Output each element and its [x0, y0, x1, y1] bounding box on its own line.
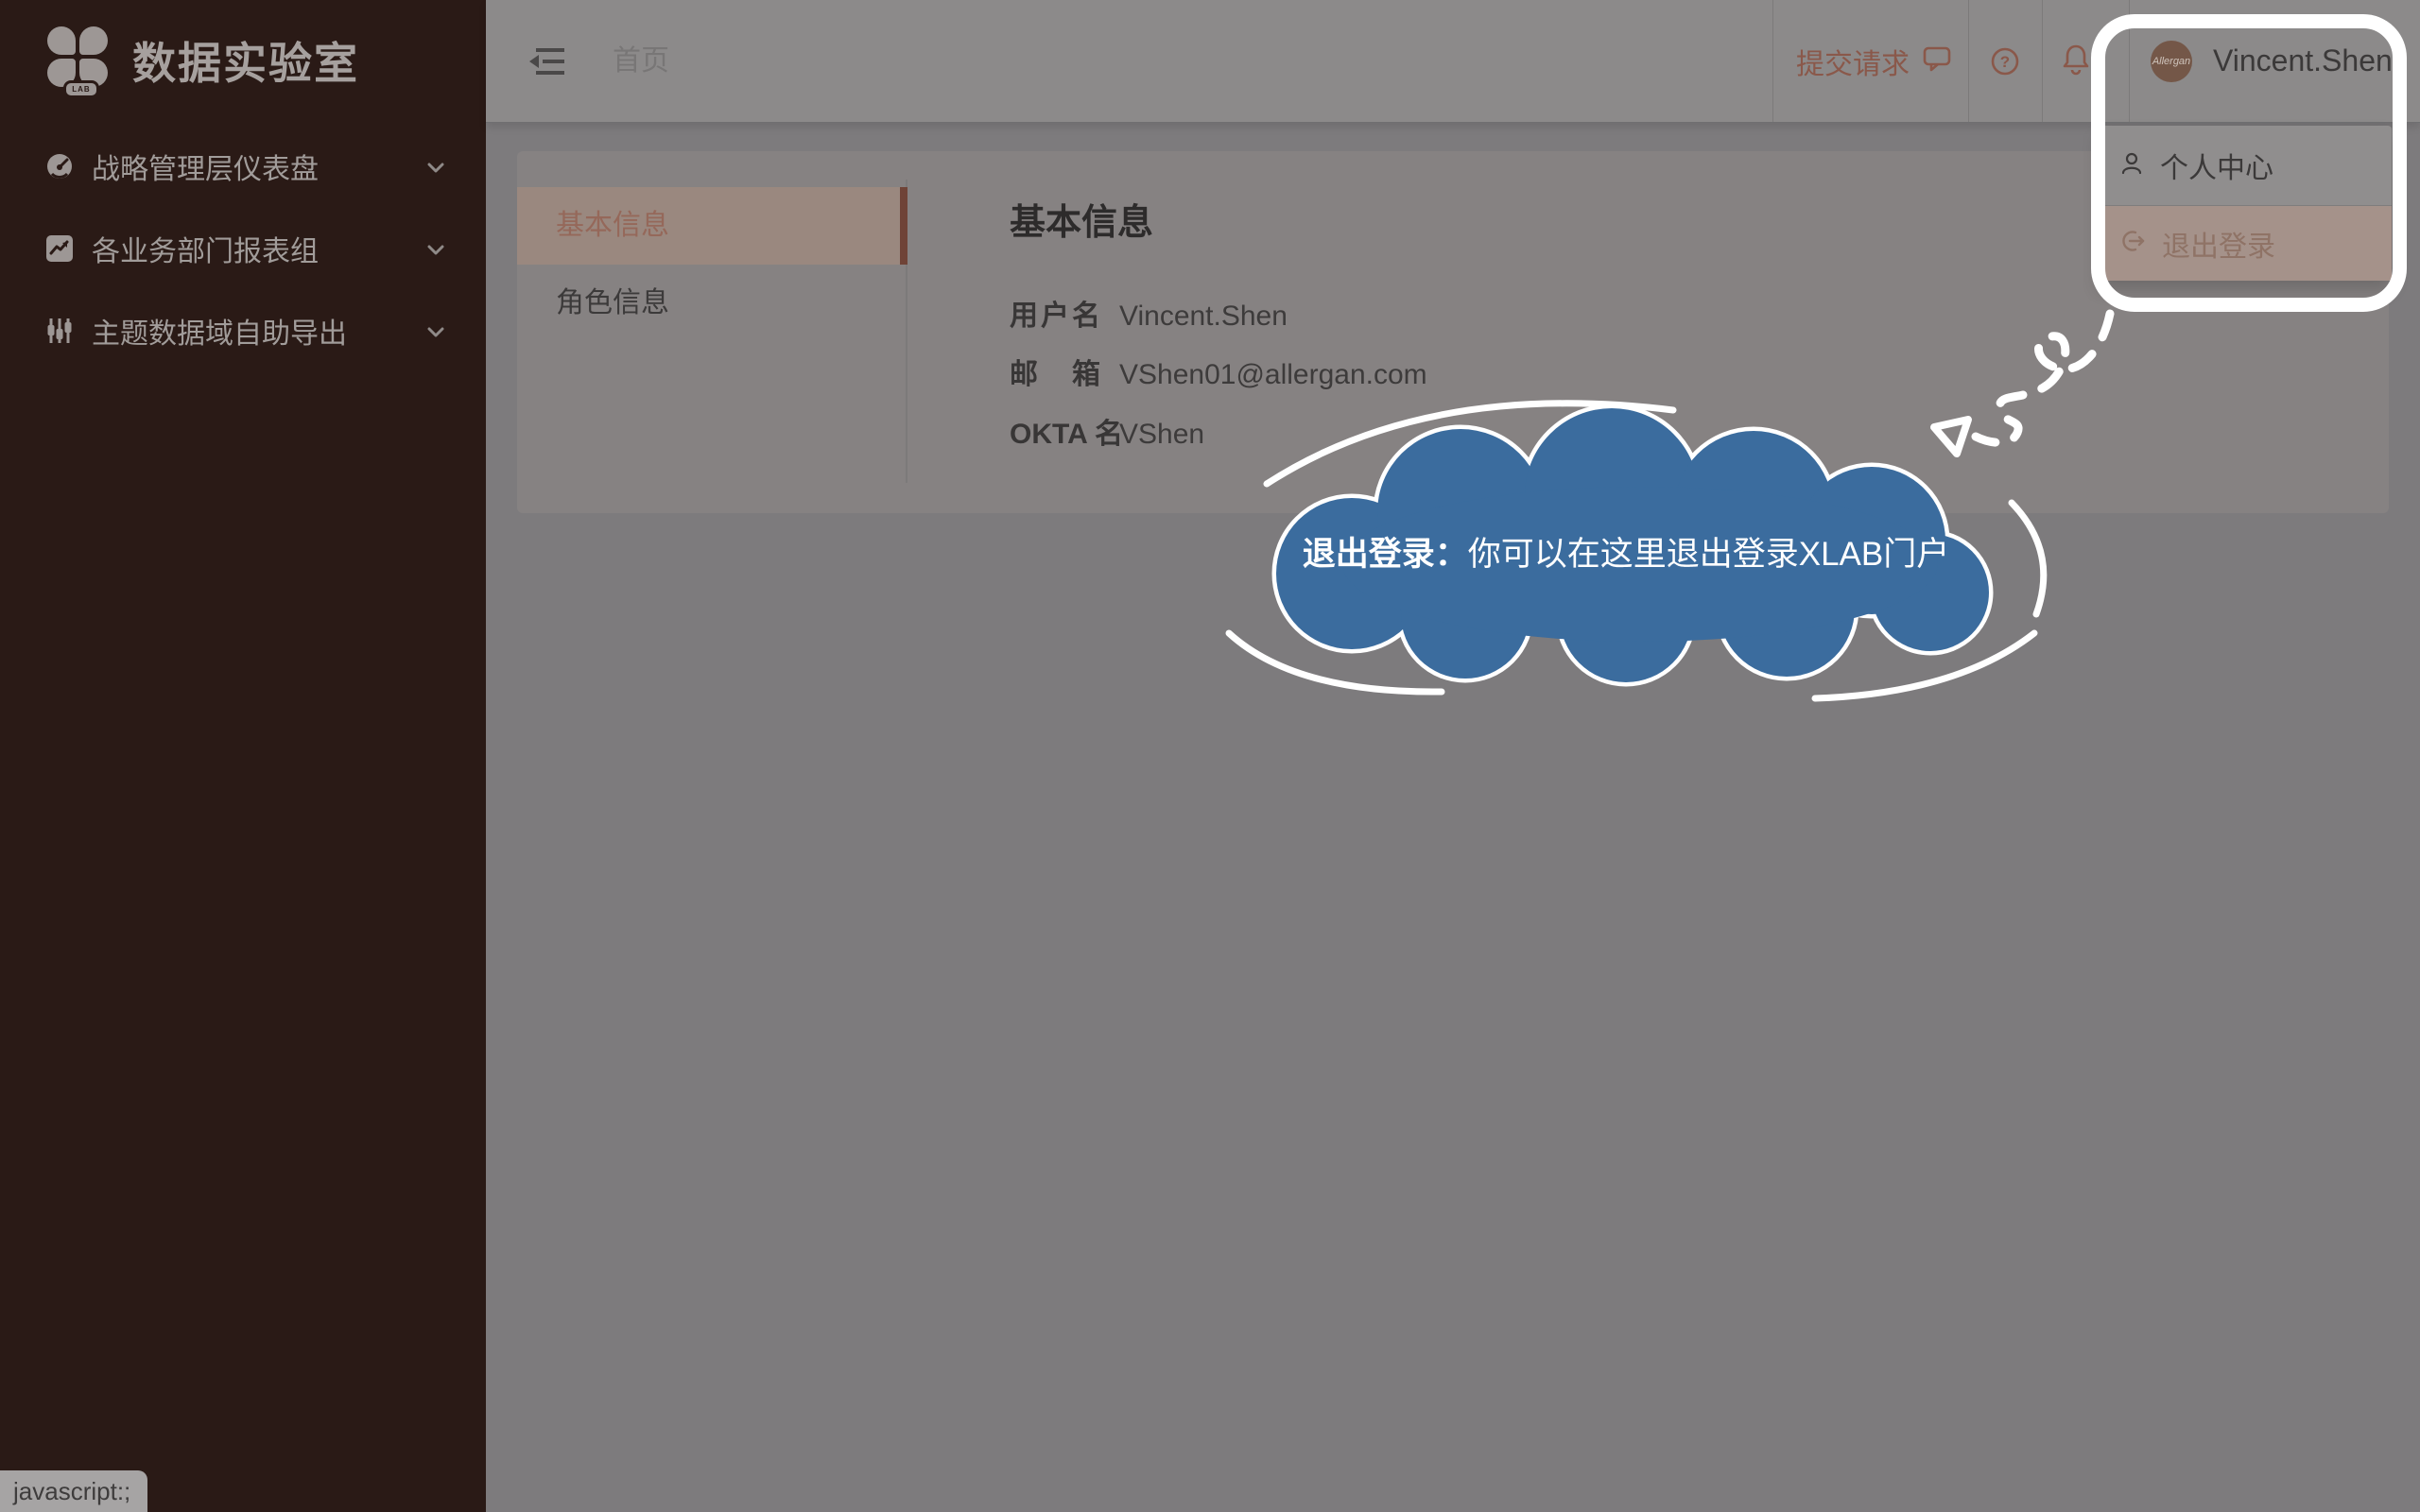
- menu-item-label: 个人中心: [2160, 145, 2273, 186]
- tour-arrow: [1919, 301, 2136, 471]
- breadcrumb-home[interactable]: 首页: [613, 0, 669, 122]
- field-username: 用户名 Vincent.Shen: [1010, 298, 1288, 335]
- topbar-divider: [2129, 0, 2130, 122]
- chevron-down-icon: [427, 326, 444, 343]
- topbar-divider: [1772, 0, 1773, 122]
- field-value: VShen: [1119, 419, 1204, 450]
- svg-text:?: ?: [2000, 53, 2010, 71]
- x-logo-icon: LAB: [47, 26, 110, 94]
- arrow-doodle-icon: [1919, 301, 2136, 471]
- tab-role-info[interactable]: 角色信息: [517, 265, 908, 342]
- message-icon: [1923, 45, 1951, 77]
- menu-item-logout[interactable]: 退出登录: [2099, 206, 2392, 281]
- avatar: Allergan: [2151, 41, 2192, 82]
- sidebar-item-label: 各业务部门报表组: [92, 228, 319, 269]
- topbar-divider: [2042, 0, 2043, 122]
- menu-item-profile-center[interactable]: 个人中心: [2099, 126, 2392, 205]
- link-preview-statusbar: javascript:;: [0, 1470, 147, 1512]
- help-icon[interactable]: ?: [1991, 47, 2019, 80]
- logo-petal: [79, 26, 108, 55]
- user-icon: [2119, 151, 2144, 180]
- logout-icon: [2119, 229, 2146, 258]
- chevron-down-icon: [427, 244, 444, 261]
- submit-request-button[interactable]: 提交请求: [1796, 0, 1951, 122]
- sidebar-collapse-icon[interactable]: [527, 45, 567, 82]
- field-label: 邮箱: [1010, 356, 1100, 394]
- user-menu-trigger[interactable]: Allergan Vincent.Shen: [2151, 0, 2393, 122]
- topbar-divider: [1968, 0, 1969, 122]
- field-value: Vincent.Shen: [1119, 301, 1288, 332]
- field-value: VShen01@allergan.com: [1119, 359, 1427, 390]
- gauge-icon: [45, 152, 74, 180]
- field-email: 邮箱 VShen01@allergan.com: [1010, 356, 1427, 394]
- field-label: OKTA 名: [1010, 416, 1100, 454]
- candlestick-icon: [45, 317, 74, 345]
- chevron-down-icon: [427, 162, 444, 179]
- topbar: 首页 提交请求 ? Allergan Vincent.Shen: [486, 0, 2420, 123]
- sidebar-item-data-export[interactable]: 主题数据域自助导出: [0, 302, 486, 359]
- tour-description: 你可以在这里退出登录XLAB门户: [1468, 536, 1950, 573]
- sidebar-item-strategy-dashboard[interactable]: 战略管理层仪表盘: [0, 138, 486, 195]
- logo-lab-badge: LAB: [63, 80, 99, 98]
- sidebar-item-label: 主题数据域自助导出: [92, 310, 347, 352]
- tab-basic-info[interactable]: 基本信息: [517, 187, 908, 265]
- sidebar-item-department-reports[interactable]: 各业务部门报表组: [0, 220, 486, 277]
- field-okta-name: OKTA 名 VShen: [1010, 416, 1204, 454]
- app-title: 数据实验室: [132, 29, 359, 92]
- sidebar: LAB 数据实验室 战略管理层仪表盘 各业务部门报表组: [0, 0, 486, 1512]
- sidebar-item-label: 战略管理层仪表盘: [92, 146, 319, 187]
- menu-item-label: 退出登录: [2162, 223, 2275, 265]
- logo-petal: [47, 26, 76, 55]
- submit-request-label: 提交请求: [1796, 41, 1910, 82]
- user-dropdown-menu: 个人中心 退出登录: [2099, 126, 2392, 281]
- tour-tooltip-text: 退出登录：你可以在这里退出登录XLAB门户: [1210, 527, 2042, 576]
- bell-icon[interactable]: [2063, 43, 2089, 80]
- tour-term: 退出登录：: [1303, 536, 1468, 573]
- field-label: 用户名: [1010, 298, 1100, 335]
- chart-icon: [45, 234, 74, 263]
- app-logo[interactable]: LAB 数据实验室: [47, 25, 359, 96]
- section-heading: 基本信息: [1010, 193, 1153, 245]
- username: Vincent.Shen: [2213, 43, 2393, 78]
